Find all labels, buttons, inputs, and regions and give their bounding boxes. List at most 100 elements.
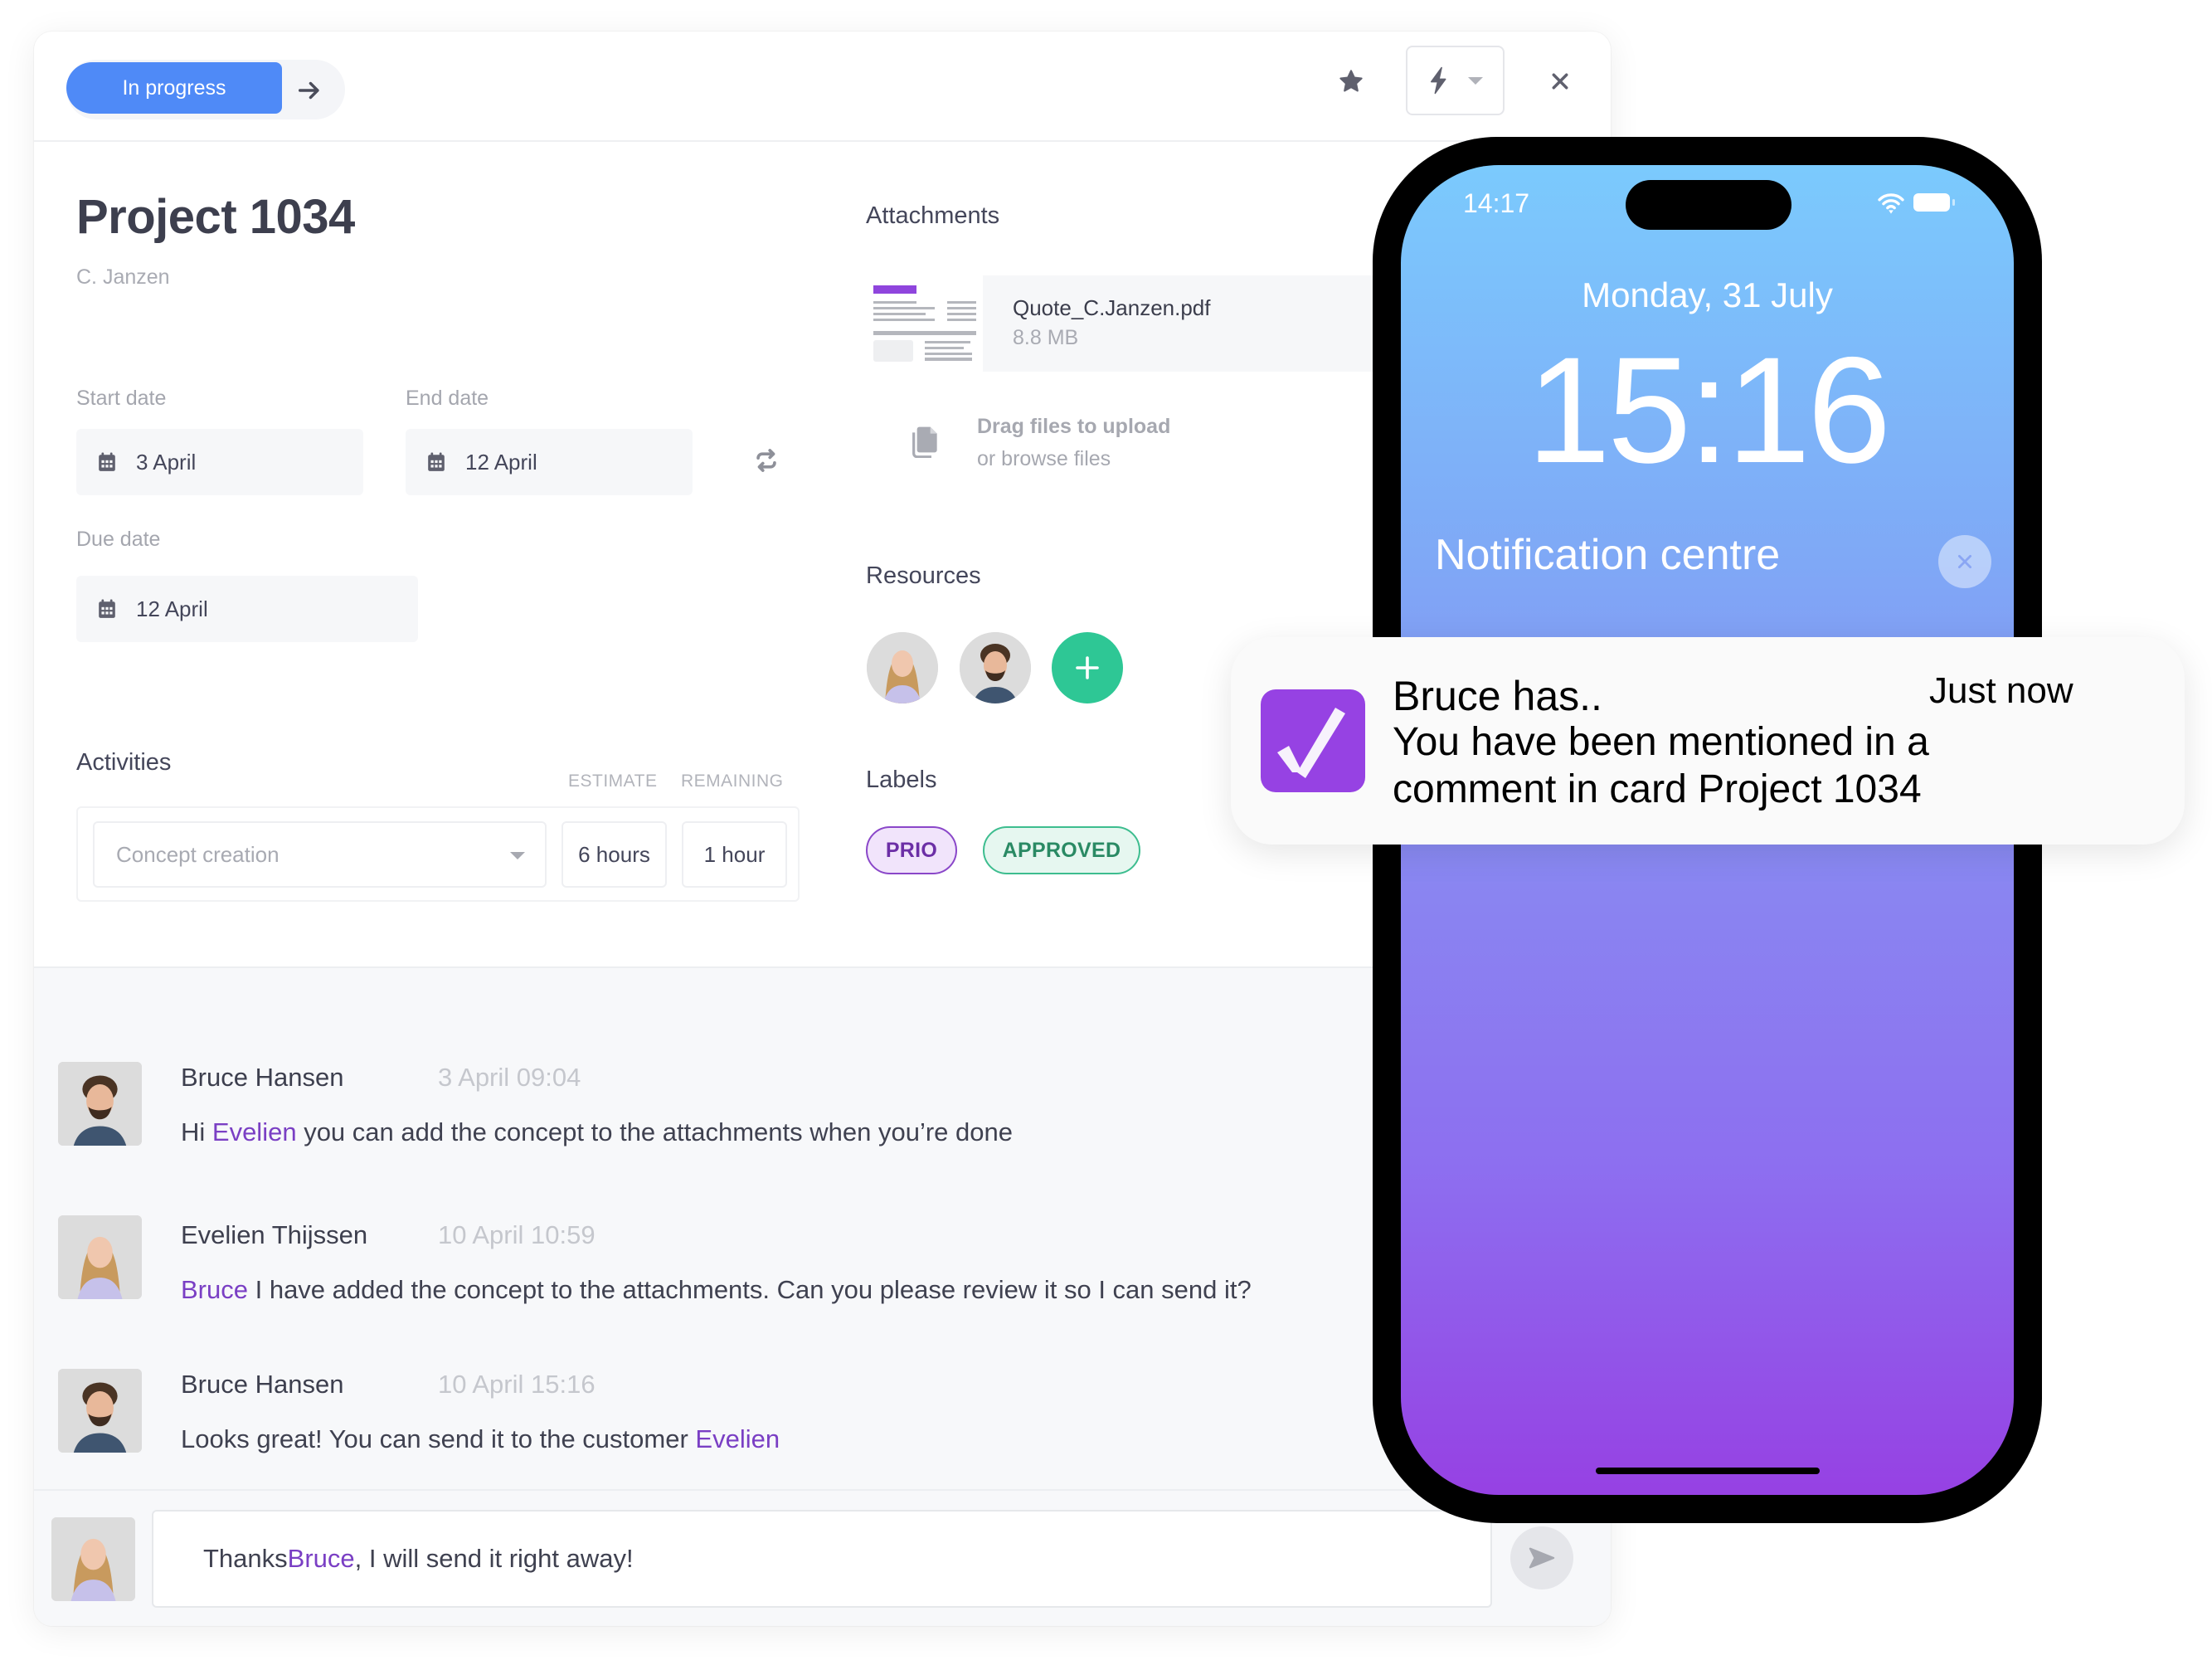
- comment-time: 3 April 09:04: [438, 1063, 581, 1092]
- notification-centre-title: Notification centre: [1435, 531, 1781, 579]
- activity-select-value: Concept creation: [116, 841, 280, 867]
- arrow-right-icon[interactable]: [295, 76, 323, 105]
- phone-date: Monday, 31 July: [1582, 275, 1833, 314]
- automation-dropdown[interactable]: [1406, 46, 1505, 115]
- comment-text-part: I have added the concept to the attachme…: [247, 1275, 1252, 1304]
- mention-link[interactable]: Bruce: [181, 1275, 248, 1304]
- due-date-label: Due date: [76, 528, 161, 551]
- comment-text: Bruce I have added the concept to the at…: [181, 1275, 1252, 1305]
- end-date-input[interactable]: 12 April: [406, 429, 693, 495]
- comment-text-part: you can add the concept to the attachmen…: [296, 1117, 1013, 1146]
- activity-row: Concept creation 6 hours 1 hour: [76, 806, 800, 902]
- comment-text: Hi Evelien you can add the concept to th…: [181, 1117, 1013, 1147]
- card-customer: C. Janzen: [76, 265, 170, 289]
- due-date-value: 12 April: [136, 596, 208, 621]
- comment-text-part: Looks great! You can send it to the cust…: [181, 1424, 696, 1453]
- phone-status-time: 14:17: [1463, 188, 1530, 218]
- estimate-input[interactable]: 6 hours: [562, 821, 667, 888]
- comment-time: 10 April 10:59: [438, 1220, 596, 1249]
- comment-input[interactable]: Thanks Bruce, I will send it right away!: [152, 1510, 1492, 1608]
- notification-title: Bruce has..: [1393, 673, 1602, 719]
- attachment-name[interactable]: Quote_C.Janzen.pdf: [1013, 295, 1211, 321]
- activities-title: Activities: [76, 749, 172, 776]
- plus-icon: [1076, 656, 1099, 679]
- comment-avatar-evelien: [58, 1215, 142, 1299]
- comment-author: Bruce Hansen: [181, 1370, 344, 1399]
- mention-link[interactable]: Evelien: [695, 1424, 780, 1453]
- comment-avatar-bruce: [58, 1062, 142, 1146]
- dynamic-island: [1626, 180, 1791, 230]
- estimate-value: 6 hours: [578, 841, 650, 867]
- activity-select[interactable]: Concept creation: [93, 821, 547, 888]
- status-button[interactable]: In progress: [66, 62, 282, 114]
- close-icon: [1957, 554, 1972, 569]
- calendar-icon: [428, 452, 445, 471]
- comment-text-part: Hi: [181, 1117, 212, 1146]
- start-date-value: 3 April: [136, 449, 197, 475]
- header-divider: [34, 140, 1611, 142]
- avatar-woman-icon: [51, 1517, 135, 1601]
- avatar-man-icon: [58, 1062, 142, 1146]
- end-date-label: End date: [406, 387, 489, 410]
- phone-clock: 15:16: [1526, 325, 1891, 494]
- close-button[interactable]: [1544, 65, 1577, 98]
- swap-icon[interactable]: [752, 446, 780, 475]
- mention-link[interactable]: Evelien: [212, 1117, 297, 1146]
- composer-text-part: Thanks: [203, 1544, 288, 1573]
- calendar-icon: [99, 599, 115, 618]
- checkmark-icon: [1277, 708, 1345, 778]
- estimate-header: ESTIMATE: [568, 772, 658, 791]
- remaining-header: REMAINING: [681, 772, 784, 791]
- comment-time: 10 April 15:16: [438, 1370, 596, 1399]
- browse-files-link[interactable]: or browse files: [977, 447, 1111, 471]
- send-icon: [1529, 1547, 1555, 1569]
- app-icon: [1261, 689, 1365, 792]
- add-resource-button[interactable]: [1052, 632, 1123, 703]
- send-button[interactable]: [1510, 1526, 1573, 1589]
- label-prio-text: PRIO: [885, 838, 938, 862]
- composer-text-part: , I will send it right away!: [354, 1544, 634, 1573]
- label-approved[interactable]: APPROVED: [983, 826, 1140, 874]
- favorite-button[interactable]: [1333, 63, 1369, 100]
- star-icon: [1339, 70, 1363, 92]
- lightning-icon: [1430, 66, 1446, 95]
- remaining-input[interactable]: 1 hour: [682, 821, 787, 888]
- file-preview-thumbnail[interactable]: [873, 285, 980, 362]
- calendar-icon: [99, 452, 115, 471]
- start-date-label: Start date: [76, 387, 167, 410]
- resource-avatar-bruce[interactable]: [960, 632, 1031, 703]
- comment-author: Bruce Hansen: [181, 1063, 344, 1092]
- avatar-man-icon: [960, 632, 1031, 703]
- notification-body: You have been mentioned in a comment in …: [1393, 720, 1929, 811]
- composer-divider: [34, 1489, 1611, 1491]
- resource-avatar-evelien[interactable]: [867, 632, 938, 703]
- avatar-woman-icon: [867, 632, 938, 703]
- upload-dropzone-text[interactable]: Drag files to upload: [977, 415, 1170, 439]
- wifi-icon: [1878, 193, 1904, 214]
- attachment-item[interactable]: [983, 275, 1414, 372]
- label-approved-text: APPROVED: [1002, 838, 1121, 862]
- attachment-size: 8.8 MB: [1013, 326, 1079, 349]
- home-indicator: [1596, 1468, 1820, 1474]
- avatar-man-icon: [58, 1369, 142, 1453]
- battery-icon: [1913, 193, 1955, 212]
- label-prio[interactable]: PRIO: [866, 826, 957, 874]
- start-date-input[interactable]: 3 April: [76, 429, 363, 495]
- due-date-input[interactable]: 12 April: [76, 576, 418, 642]
- card-title: Project 1034: [76, 190, 355, 244]
- notification-centre-close-button[interactable]: [1938, 535, 1991, 588]
- mention-link[interactable]: Bruce: [288, 1544, 355, 1574]
- labels-title: Labels: [866, 767, 937, 793]
- end-date-value: 12 April: [465, 449, 537, 475]
- chevron-down-icon: [1467, 76, 1483, 85]
- comment-text: Looks great! You can send it to the cust…: [181, 1424, 780, 1454]
- comment-author: Evelien Thijssen: [181, 1220, 368, 1249]
- current-user-avatar: [51, 1517, 135, 1601]
- remaining-value: 1 hour: [703, 841, 766, 867]
- push-notification[interactable]: Bruce has.. You have been mentioned in a…: [1231, 637, 2185, 845]
- status-control: In progress: [66, 60, 345, 119]
- avatar-woman-icon: [58, 1215, 142, 1299]
- chevron-down-icon: [510, 852, 525, 859]
- notification-time: Just now: [1929, 670, 2073, 711]
- files-icon: [912, 426, 937, 458]
